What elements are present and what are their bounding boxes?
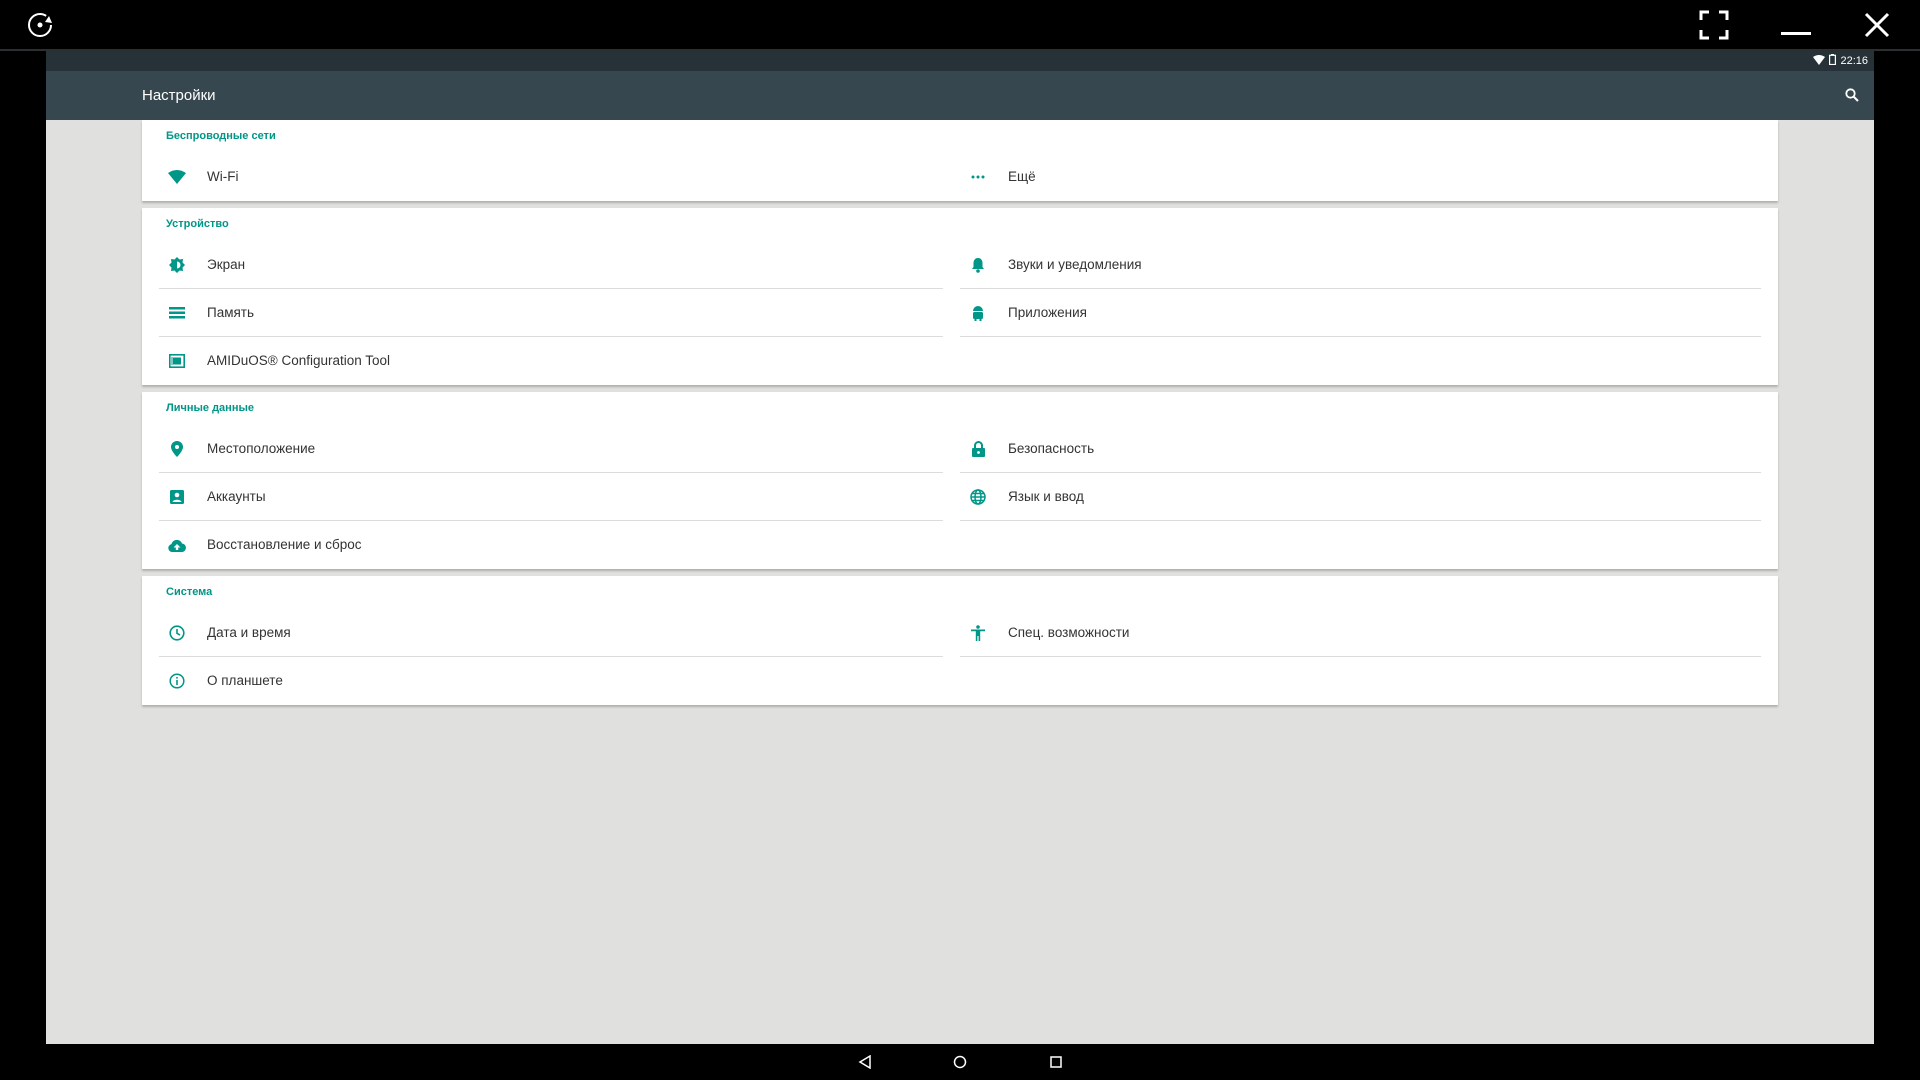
settings-item-apps[interactable]: Приложения (960, 289, 1761, 337)
section-personal: Личные данные Местоположение Безопасност… (142, 392, 1778, 569)
accessibility-icon (968, 623, 988, 643)
section-title: Система (166, 586, 213, 598)
item-label: Звуки и уведомления (1008, 257, 1142, 272)
item-label: Экран (207, 257, 246, 272)
item-label: Память (207, 305, 255, 320)
status-bar: 22:16 (46, 51, 1874, 71)
settings-item-location[interactable]: Местоположение (159, 425, 960, 473)
section-title: Беспроводные сети (166, 130, 276, 142)
item-label: Аккаунты (207, 489, 266, 504)
bell-icon (968, 255, 988, 275)
item-label: AMIDuOS® Configuration Tool (207, 353, 391, 368)
location-icon (167, 439, 187, 459)
settings-item-config-tool[interactable]: AMIDuOS® Configuration Tool (159, 337, 960, 385)
settings-item-sound[interactable]: Звуки и уведомления (960, 241, 1761, 289)
settings-item-datetime[interactable]: Дата и время (159, 609, 960, 657)
clock-icon (167, 623, 187, 643)
emulator-titlebar (0, 0, 1920, 49)
section-title: Личные данные (166, 402, 254, 414)
settings-item-security[interactable]: Безопасность (960, 425, 1761, 473)
item-label: Спец. возможности (1008, 625, 1130, 640)
rotate-icon[interactable] (20, 0, 60, 49)
account-icon (167, 487, 187, 507)
info-icon (167, 671, 187, 691)
search-icon[interactable] (1840, 83, 1864, 107)
section-wireless: Беспроводные сети Wi-Fi Ещё (142, 120, 1778, 201)
wifi-icon (1813, 54, 1826, 68)
settings-item-wifi[interactable]: Wi-Fi (159, 153, 960, 201)
more-icon (968, 167, 988, 187)
settings-item-about[interactable]: О планшете (159, 657, 960, 705)
cloud-upload-icon (167, 535, 187, 555)
android-screen: 22:16 Настройки Беспроводные сети Wi-Fi … (46, 51, 1874, 1044)
settings-item-more[interactable]: Ещё (960, 153, 1761, 201)
settings-item-language[interactable]: Язык и ввод (960, 473, 1761, 521)
app-bar: Настройки (46, 71, 1874, 120)
item-label: Wi-Fi (207, 169, 239, 184)
item-label: О планшете (207, 673, 283, 688)
brightness-icon (167, 255, 187, 275)
item-label: Местоположение (207, 441, 316, 456)
item-label: Приложения (1008, 305, 1087, 320)
item-label: Безопасность (1008, 441, 1095, 456)
item-label: Язык и ввод (1008, 489, 1084, 504)
settings-item-backup[interactable]: Восстановление и сброс (159, 521, 960, 569)
minimize-icon[interactable] (1776, 0, 1816, 49)
recents-icon[interactable] (1036, 1044, 1076, 1080)
settings-list: Беспроводные сети Wi-Fi Ещё Устройство Э… (142, 120, 1778, 712)
home-icon[interactable] (940, 1044, 980, 1080)
settings-item-display[interactable]: Экран (159, 241, 960, 289)
storage-icon (167, 303, 187, 323)
section-title: Устройство (166, 218, 229, 230)
globe-icon (968, 487, 988, 507)
wifi-icon (167, 167, 187, 187)
settings-item-accounts[interactable]: Аккаунты (159, 473, 960, 521)
battery-icon (1829, 54, 1837, 68)
page-title: Настройки (142, 87, 216, 104)
section-device: Устройство Экран Звуки и уведомления Пам… (142, 208, 1778, 385)
navigation-bar (0, 1044, 1920, 1080)
settings-item-storage[interactable]: Память (159, 289, 960, 337)
item-label: Восстановление и сброс (207, 537, 362, 552)
settings-item-accessibility[interactable]: Спец. возможности (960, 609, 1761, 657)
clock-text: 22:16 (1840, 55, 1868, 67)
item-label: Дата и время (207, 625, 291, 640)
config-tool-icon (167, 351, 187, 371)
back-icon[interactable] (845, 1044, 885, 1080)
fullscreen-icon[interactable] (1694, 0, 1734, 49)
section-system: Система Дата и время Спец. возможности О… (142, 576, 1778, 705)
close-icon[interactable] (1857, 0, 1897, 49)
lock-icon (968, 439, 988, 459)
item-label: Ещё (1008, 169, 1036, 184)
android-icon (968, 303, 988, 323)
